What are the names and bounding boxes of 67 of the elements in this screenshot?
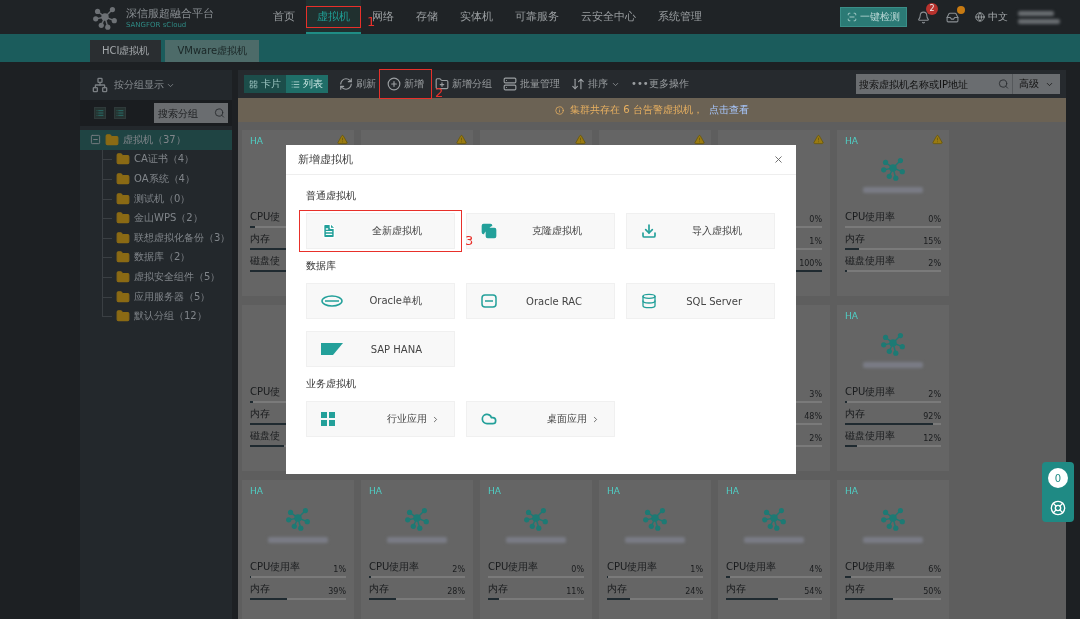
notification-badge: 2 bbox=[926, 2, 938, 15]
metric-value: 4% bbox=[809, 565, 822, 574]
metric-label: CPU使用率 bbox=[607, 560, 658, 574]
metric-label: 磁盘使用率 bbox=[845, 254, 895, 268]
metric-value: 39% bbox=[328, 587, 346, 596]
metric-value: 100% bbox=[799, 259, 822, 268]
metric-label: CPU使 bbox=[250, 210, 281, 224]
metric-value: 3% bbox=[809, 390, 822, 399]
ha-label: HA bbox=[250, 486, 263, 498]
ha-label: HA bbox=[369, 486, 382, 498]
annotation-number: 3 bbox=[465, 233, 474, 248]
dialog-title: 新增虚拟机 bbox=[298, 152, 353, 167]
count-badge: 0 bbox=[1048, 468, 1068, 488]
metric-label: 内存 bbox=[607, 582, 627, 596]
ha-label: HA bbox=[845, 486, 858, 498]
metric-value: 2% bbox=[809, 434, 822, 443]
metric-label: 内存 bbox=[250, 407, 270, 421]
ha-label: HA bbox=[250, 136, 263, 148]
ha-label: HA bbox=[845, 311, 858, 323]
annotation-number: 2 bbox=[435, 85, 444, 100]
metric-value: 0% bbox=[571, 565, 584, 574]
metric-value: 11% bbox=[566, 587, 584, 596]
ha-label: HA bbox=[488, 486, 501, 498]
metric-value: 92% bbox=[923, 412, 941, 421]
metric-label: CPU使 bbox=[250, 385, 281, 399]
metric-value: 2% bbox=[928, 259, 941, 268]
metric-label: 内存 bbox=[726, 582, 746, 596]
metric-label: CPU使用率 bbox=[845, 210, 896, 224]
metric-value: 1% bbox=[809, 237, 822, 246]
metric-label: 磁盘使 bbox=[250, 429, 280, 443]
metric-label: CPU使用率 bbox=[369, 560, 420, 574]
metric-label: 内存 bbox=[488, 582, 508, 596]
metric-label: 磁盘使 bbox=[250, 254, 280, 268]
metric-label: CPU使用率 bbox=[845, 385, 896, 399]
metric-label: CPU使用率 bbox=[726, 560, 777, 574]
metric-value: 1% bbox=[333, 565, 346, 574]
ha-label: HA bbox=[845, 136, 858, 148]
metric-value: 50% bbox=[923, 587, 941, 596]
metric-label: 内存 bbox=[845, 232, 865, 246]
metric-label: 内存 bbox=[845, 407, 865, 421]
metric-label: 内存 bbox=[369, 582, 389, 596]
section-title: 业务虚拟机 bbox=[306, 377, 357, 391]
metric-value: 0% bbox=[809, 215, 822, 224]
metric-label: 内存 bbox=[250, 582, 270, 596]
ha-label: HA bbox=[607, 486, 620, 498]
metric-label: CPU使用率 bbox=[488, 560, 539, 574]
metric-value: 0% bbox=[928, 215, 941, 224]
section-title: 数据库 bbox=[306, 259, 337, 273]
metric-value: 12% bbox=[923, 434, 941, 443]
metric-value: 1% bbox=[690, 565, 703, 574]
metric-value: 2% bbox=[452, 565, 465, 574]
metric-label: 内存 bbox=[250, 232, 270, 246]
metric-value: 28% bbox=[447, 587, 465, 596]
metric-label: 内存 bbox=[845, 582, 865, 596]
metric-value: 24% bbox=[685, 587, 703, 596]
metric-label: CPU使用率 bbox=[250, 560, 301, 574]
brand-title: 深信服超融合平台 bbox=[126, 5, 214, 21]
notice-text: 集群共存在 6 台告警虚拟机， bbox=[570, 103, 703, 117]
metric-label: CPU使用率 bbox=[845, 560, 896, 574]
ha-label: HA bbox=[726, 486, 739, 498]
section-title: 普通虚拟机 bbox=[306, 189, 357, 203]
metric-value: 15% bbox=[923, 237, 941, 246]
metric-label: 磁盘使用率 bbox=[845, 429, 895, 443]
metric-value: 48% bbox=[804, 412, 822, 421]
metric-value: 2% bbox=[928, 390, 941, 399]
metric-value: 6% bbox=[928, 565, 941, 574]
metric-value: 54% bbox=[804, 587, 822, 596]
